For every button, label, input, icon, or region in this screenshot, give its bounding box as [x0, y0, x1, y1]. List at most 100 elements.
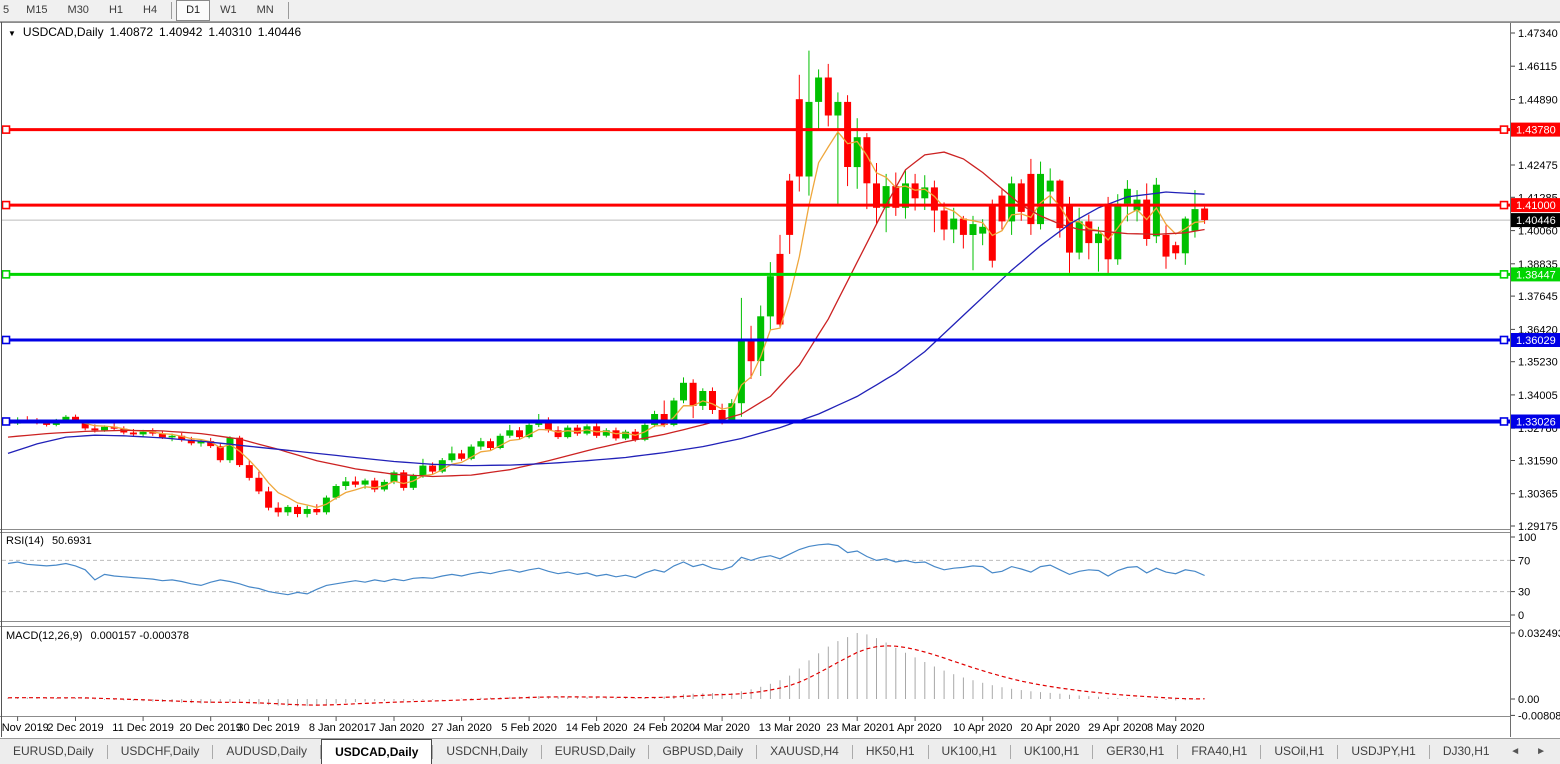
price-badge-1.38447: 1.38447: [1511, 267, 1560, 281]
svg-text:1.33026: 1.33026: [1516, 417, 1556, 429]
chart-canvas[interactable]: 1.473401.461151.448901.424751.412851.400…: [0, 0, 1560, 764]
date-tick: 14 Feb 2020: [566, 722, 628, 734]
chart-background: [0, 0, 1560, 764]
macd-tick: 0.032493: [1518, 628, 1560, 640]
ohlc-low: 1.40310: [208, 25, 251, 39]
tab-scroll-left-icon[interactable]: ◄: [1510, 746, 1520, 757]
price-tick: 1.44890: [1518, 95, 1558, 107]
toolbar-separator: [288, 2, 289, 19]
svg-text:1.38447: 1.38447: [1516, 269, 1556, 281]
hline-handle[interactable]: [1501, 336, 1508, 343]
macd-name: MACD(12,26,9): [6, 630, 82, 642]
date-tick: 30 Dec 2019: [237, 722, 299, 734]
chart-tab-usdchf-daily[interactable]: USDCHF,Daily: [108, 739, 213, 764]
date-tick: 24 Feb 2020: [633, 722, 695, 734]
svg-text:100: 100: [1518, 532, 1536, 544]
chart-tab-eurusd-daily[interactable]: EURUSD,Daily: [0, 739, 107, 764]
date-tick: 5 Feb 2020: [501, 722, 557, 734]
date-tick: 23 Mar 2020: [826, 722, 888, 734]
price-tick: 1.35230: [1518, 357, 1558, 369]
timeframe-button-mn[interactable]: MN: [247, 0, 284, 21]
date-tick: 10 Apr 2020: [953, 722, 1012, 734]
timeframe-button-5[interactable]: 5: [0, 0, 16, 21]
chart-tab-uk100-h1[interactable]: UK100,H1: [929, 739, 1010, 764]
svg-text:0: 0: [1518, 610, 1524, 622]
chart-tab-audusd-daily[interactable]: AUDUSD,Daily: [213, 739, 320, 764]
chart-tab-xauusd-h4[interactable]: XAUUSD,H4: [757, 739, 852, 764]
date-tick: 20 Apr 2020: [1021, 722, 1080, 734]
hline-handle[interactable]: [3, 418, 10, 425]
svg-text:1.40446: 1.40446: [1516, 215, 1556, 227]
svg-text:1.36029: 1.36029: [1516, 335, 1556, 347]
toolbar-separator: [171, 2, 172, 19]
timeframe-button-w1[interactable]: W1: [210, 0, 247, 21]
chart-tab-hk50-h1[interactable]: HK50,H1: [853, 739, 928, 764]
timeframe-button-m30[interactable]: M30: [58, 0, 99, 21]
ohlc-high: 1.40942: [159, 25, 202, 39]
ohlc-open: 1.40872: [110, 25, 153, 39]
rsi-legend: RSI(14) 50.6931: [6, 535, 97, 547]
ohlc-close: 1.40446: [258, 25, 301, 39]
price-tick: 1.46115: [1518, 61, 1557, 73]
chart-tabbar: EURUSD,DailyUSDCHF,DailyAUDUSD,DailyUSDC…: [0, 738, 1560, 764]
price-tick: 1.47340: [1518, 28, 1558, 40]
date-tick: 13 Mar 2020: [759, 722, 821, 734]
chart-symbol-label: USDCAD,Daily: [23, 25, 104, 39]
chart-tab-eurusd-daily[interactable]: EURUSD,Daily: [542, 739, 649, 764]
chart-tab-usoil-h1[interactable]: USOil,H1: [1261, 739, 1337, 764]
timeframe-button-h4[interactable]: H4: [133, 0, 167, 21]
chart-tab-usdcnh-daily[interactable]: USDCNH,Daily: [433, 739, 540, 764]
date-tick: 27 Jan 2020: [431, 722, 492, 734]
symbol-dropdown-icon[interactable]: ▼: [8, 29, 16, 38]
date-tick: 4 Mar 2020: [694, 722, 750, 734]
date-tick: 2 Dec 2019: [47, 722, 103, 734]
chart-tab-ger30-h1[interactable]: GER30,H1: [1093, 739, 1177, 764]
price-tick: 1.31590: [1518, 456, 1558, 468]
hline-handle[interactable]: [3, 202, 10, 209]
svg-text:1.41000: 1.41000: [1516, 200, 1556, 212]
hline-handle[interactable]: [3, 271, 10, 278]
mt4-window: { "toolbar": { "items": [ {"label": "5"}…: [0, 0, 1560, 764]
price-tick: 1.37645: [1518, 291, 1558, 303]
macd-legend: MACD(12,26,9) 0.000157 -0.000378: [6, 630, 194, 642]
svg-text:70: 70: [1518, 555, 1530, 567]
date-tick: 8 Jan 2020: [309, 722, 363, 734]
price-tick: 1.30365: [1518, 489, 1558, 501]
rsi-value: 50.6931: [52, 535, 92, 547]
tab-scroll-right-icon[interactable]: ►: [1536, 746, 1546, 757]
price-badge-1.40446: 1.40446: [1511, 213, 1560, 227]
hline-handle[interactable]: [1501, 418, 1508, 425]
date-tick: 11 Dec 2019: [112, 722, 174, 734]
chart-tab-dj30-h1[interactable]: DJ30,H1: [1430, 739, 1503, 764]
chart-tab-usdcad-daily[interactable]: USDCAD,Daily: [321, 739, 432, 764]
price-tick: 1.42475: [1518, 160, 1558, 172]
hline-handle[interactable]: [3, 336, 10, 343]
macd-tick: -0.008086: [1518, 710, 1560, 722]
hline-handle[interactable]: [1501, 202, 1508, 209]
timeframe-button-d1[interactable]: D1: [176, 0, 210, 21]
chart-tab-gbpusd-daily[interactable]: GBPUSD,Daily: [649, 739, 756, 764]
date-tick: 22 Nov 2019: [0, 722, 49, 734]
chart-tab-usdjpy-h1[interactable]: USDJPY,H1: [1338, 739, 1428, 764]
chart-tab-fra40-h1[interactable]: FRA40,H1: [1178, 739, 1260, 764]
macd-value: 0.000157 -0.000378: [90, 630, 188, 642]
price-badge-1.41000: 1.41000: [1511, 198, 1560, 212]
timeframe-button-m15[interactable]: M15: [16, 0, 57, 21]
macd-tick: 0.00: [1518, 694, 1539, 706]
chart-tab-uk100-h1[interactable]: UK100,H1: [1011, 739, 1092, 764]
timeframe-button-h1[interactable]: H1: [99, 0, 133, 21]
date-tick: 17 Jan 2020: [364, 722, 425, 734]
price-badge-1.33026: 1.33026: [1511, 415, 1560, 429]
rsi-name: RSI(14): [6, 535, 44, 547]
price-badge-1.43780: 1.43780: [1511, 123, 1560, 137]
hline-handle[interactable]: [3, 126, 10, 133]
price-tick: 1.34005: [1518, 390, 1558, 402]
date-tick: 20 Dec 2019: [180, 722, 242, 734]
chart-title[interactable]: ▼ USDCAD,Daily 1.40872 1.40942 1.40310 1…: [8, 25, 307, 39]
hline-handle[interactable]: [1501, 271, 1508, 278]
date-tick: 1 Apr 2020: [888, 722, 941, 734]
price-badge-1.36029: 1.36029: [1511, 333, 1560, 347]
hline-handle[interactable]: [1501, 126, 1508, 133]
date-tick: 29 Apr 2020: [1088, 722, 1147, 734]
price-tick: 1.40060: [1518, 226, 1558, 238]
